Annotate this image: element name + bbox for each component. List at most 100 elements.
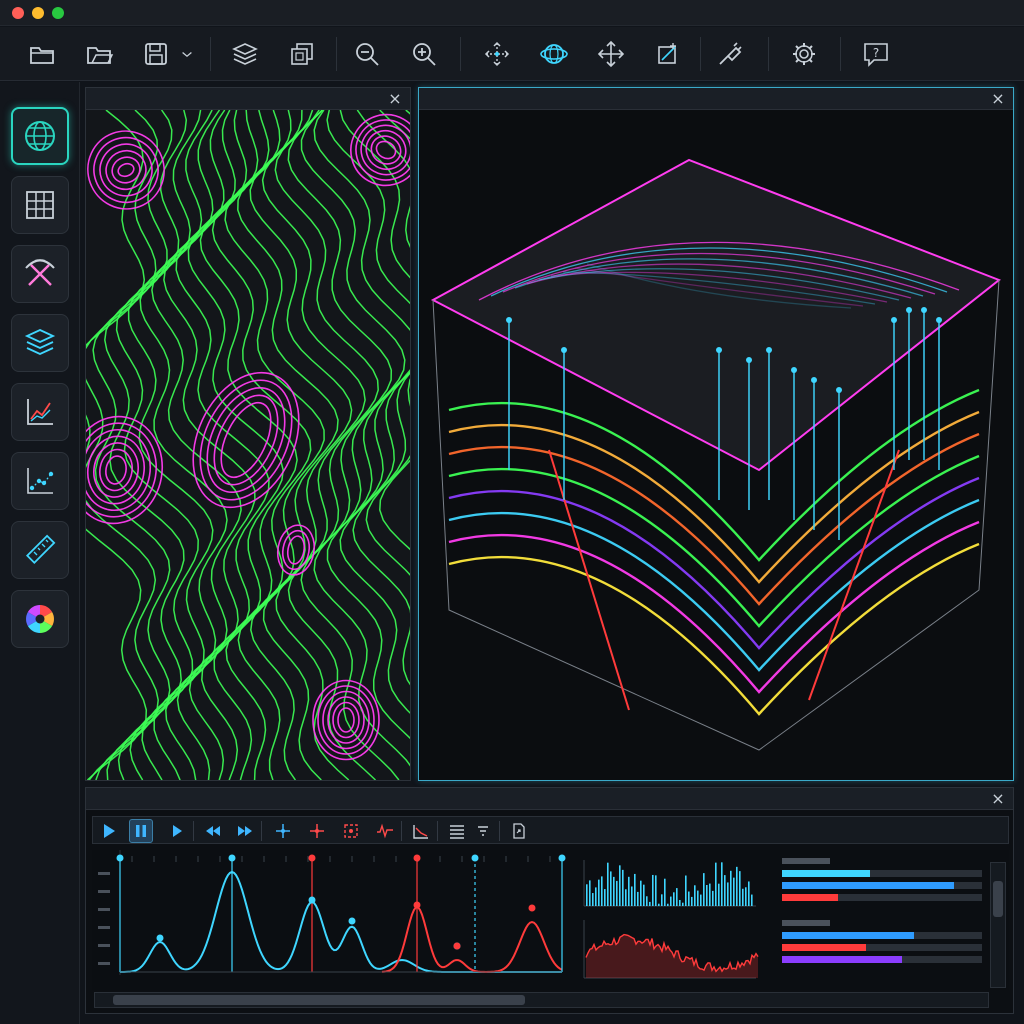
marker-handle (471, 854, 479, 862)
open-project-button[interactable] (81, 37, 117, 71)
copy-layer-icon (291, 43, 313, 65)
settings-button[interactable] (786, 37, 822, 71)
sidebar-item-scatter[interactable] (11, 452, 69, 510)
sidebar-item-colors[interactable] (11, 590, 69, 648)
contour-map[interactable] (86, 110, 410, 780)
crop-icon (658, 43, 676, 64)
contour-map-panel: × (85, 87, 411, 781)
close-panel-button[interactable]: × (989, 90, 1007, 108)
histogram-bar (661, 894, 663, 906)
sidebar-item-globe[interactable] (11, 107, 69, 165)
help-glyph: ? (873, 46, 879, 60)
histogram-bar (742, 888, 744, 906)
zoom-in-button[interactable] (406, 37, 442, 71)
probe-button[interactable] (712, 37, 748, 71)
vertical-scrollbar[interactable] (990, 862, 1006, 988)
sidebar-item-tools[interactable] (11, 245, 69, 303)
fast-forward-button[interactable] (233, 819, 257, 843)
crop-button[interactable] (650, 37, 686, 71)
save-button[interactable] (138, 37, 174, 71)
copy-layer-button[interactable] (284, 37, 320, 71)
frame-select-button[interactable] (339, 819, 363, 843)
ruler-icon (25, 534, 56, 565)
legend-swatch (782, 920, 830, 926)
histogram-bar (706, 885, 708, 906)
histogram-bar (637, 891, 639, 906)
signal-button[interactable] (373, 819, 397, 843)
bar-summary-chart[interactable] (770, 850, 990, 990)
drill-collar (921, 307, 927, 313)
zoom-out-icon (356, 43, 379, 66)
play-button[interactable] (97, 819, 121, 843)
list-filter-button[interactable] (471, 819, 495, 843)
histogram-bar (745, 887, 747, 906)
save-dropdown-button[interactable] (176, 37, 198, 71)
signal-chart-area (92, 850, 1009, 990)
blue-series-line (120, 870, 562, 973)
color-wheel-icon (26, 605, 54, 633)
pause-icon (136, 825, 146, 837)
pause-button[interactable] (129, 819, 153, 843)
probe-icon (719, 42, 742, 65)
add-red-marker-button[interactable] (305, 819, 329, 843)
close-panel-button[interactable]: × (386, 90, 404, 108)
list-button[interactable] (445, 819, 469, 843)
help-button[interactable]: ? (858, 37, 894, 71)
histogram-bar (652, 874, 654, 906)
histogram-bar (724, 875, 726, 906)
toolbar-divider (700, 37, 701, 71)
sidebar-item-layers[interactable] (11, 314, 69, 372)
peak-signal-chart[interactable] (92, 850, 568, 990)
histogram-trend-chart[interactable] (580, 850, 760, 990)
close-panel-button[interactable]: × (989, 790, 1007, 808)
zoom-out-button[interactable] (349, 37, 385, 71)
sidebar-item-grid[interactable] (11, 176, 69, 234)
bar (782, 882, 954, 889)
toolbar-divider (437, 821, 438, 841)
layers-button[interactable] (227, 37, 263, 71)
maximize-window-button[interactable] (52, 7, 64, 19)
toolbar-divider (336, 37, 337, 71)
histogram-bar (736, 866, 738, 906)
sidebar-item-chart[interactable] (11, 383, 69, 441)
rewind-button[interactable] (201, 819, 225, 843)
open-folder-button[interactable] (24, 37, 60, 71)
save-dropdown-chevron-icon (182, 52, 192, 58)
main-toolbar: ? (0, 27, 1024, 81)
toolbar-divider (499, 821, 500, 841)
histogram-bar (649, 901, 651, 906)
histogram-bar (622, 869, 624, 906)
histogram-bar (592, 893, 594, 906)
export-button[interactable] (507, 819, 531, 843)
panel-header: × (86, 88, 410, 110)
rotate-3d-button[interactable] (536, 37, 572, 71)
histogram-bar (607, 862, 609, 906)
close-window-button[interactable] (12, 7, 24, 19)
minimize-window-button[interactable] (32, 7, 44, 19)
pan-button[interactable] (593, 37, 629, 71)
histogram-bar (712, 890, 714, 906)
histogram-bar (604, 889, 606, 906)
histogram-bar (658, 903, 660, 906)
trend-button[interactable] (409, 819, 433, 843)
sidebar-item-measure[interactable] (11, 521, 69, 579)
horizontal-scrollbar[interactable] (94, 992, 989, 1008)
move-point-icon (484, 41, 510, 67)
settings-icon (793, 43, 815, 65)
open-project-icon (87, 47, 114, 64)
drill-collar (506, 317, 512, 323)
step-forward-button[interactable] (165, 819, 189, 843)
scroll-thumb[interactable] (993, 881, 1003, 917)
add-marker-button[interactable] (271, 819, 295, 843)
toolbar-divider (768, 37, 769, 71)
export-icon (513, 823, 525, 839)
bar (782, 894, 838, 901)
scroll-thumb[interactable] (113, 995, 525, 1005)
geology-block-model[interactable] (419, 110, 1013, 780)
step-forward-icon (173, 825, 182, 837)
toolbar-divider (840, 37, 841, 71)
histogram-bar (718, 883, 720, 906)
playback-toolbar (92, 816, 1009, 844)
move-point-button[interactable] (479, 37, 515, 71)
frame-select-icon (344, 824, 358, 838)
